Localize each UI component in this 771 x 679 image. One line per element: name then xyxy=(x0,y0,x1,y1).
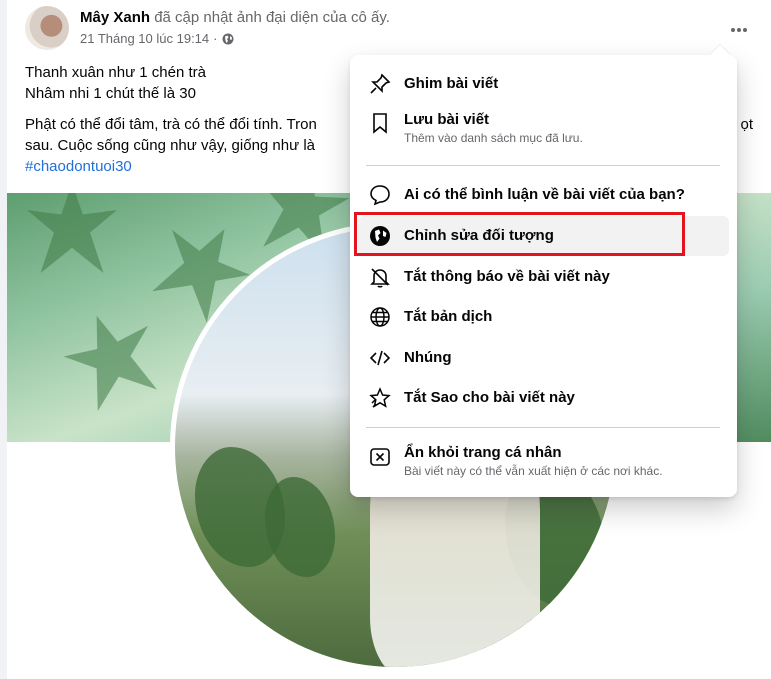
menu-item-label: Lưu bài viết xyxy=(404,111,490,128)
menu-item-label: Nhúng xyxy=(404,349,452,366)
close-box-icon xyxy=(369,446,391,468)
menu-item-hide-from-profile[interactable]: Ẩn khỏi trang cá nhân Bài viết này có th… xyxy=(358,436,729,488)
post-action-text: đã cập nhật ảnh đại diện của cô ấy. xyxy=(154,9,390,26)
caption-line-1: Thanh xuân như 1 chén trà xyxy=(25,64,206,81)
more-options-icon[interactable] xyxy=(725,16,753,44)
pin-icon xyxy=(369,73,391,95)
menu-item-save[interactable]: Lưu bài viết Thêm vào danh sách mục đã l… xyxy=(358,105,729,155)
menu-item-sublabel: Bài viết này có thể vẫn xuất hiện ở các … xyxy=(404,464,663,478)
star-icon xyxy=(369,387,391,409)
menu-item-mute-notifications[interactable]: Tắt thông báo về bài viết này xyxy=(358,258,729,296)
code-icon xyxy=(369,347,391,369)
caption-line-2: Nhâm nhi 1 chút thế là 30 xyxy=(25,85,196,102)
menu-item-comment-control[interactable]: Ai có thể bình luận về bài viết của bạn? xyxy=(358,176,729,214)
menu-item-label: Ghim bài viết xyxy=(404,75,499,92)
menu-item-label: Ai có thể bình luận về bài viết của bạn? xyxy=(404,186,685,203)
bookmark-icon xyxy=(369,112,391,134)
menu-item-label: Ẩn khỏi trang cá nhân xyxy=(404,444,562,461)
menu-divider xyxy=(366,165,720,166)
caption-paragraph-line2: sau. Cuộc sống cũng như vậy, giống như l… xyxy=(25,137,315,154)
avatar[interactable] xyxy=(25,6,69,50)
menu-item-turn-off-stars[interactable]: Tắt Sao cho bài viết này xyxy=(358,379,729,417)
comment-icon xyxy=(369,184,391,206)
globe-icon[interactable] xyxy=(222,33,234,45)
bell-off-icon xyxy=(369,266,391,288)
translate-globe-icon xyxy=(369,306,391,328)
menu-item-label: Tắt thông báo về bài viết này xyxy=(404,268,610,285)
caption-paragraph-end: ọt xyxy=(740,116,753,133)
menu-item-label: Tắt Sao cho bài viết này xyxy=(404,389,575,406)
author-line: Mây Xanh đã cập nhật ảnh đại diện của cô… xyxy=(80,9,390,26)
post-meta: 21 Tháng 10 lúc 19:14 · xyxy=(80,31,234,46)
menu-item-pin[interactable]: Ghim bài viết xyxy=(358,67,729,101)
menu-item-embed[interactable]: Nhúng xyxy=(358,339,729,377)
menu-item-turn-off-translation[interactable]: Tắt bản dịch xyxy=(358,298,729,336)
highlight-box xyxy=(354,212,685,256)
menu-item-label: Tắt bản dịch xyxy=(404,308,493,325)
caption-paragraph: Phật có thể đổi tâm, trà có thể đổi tính… xyxy=(25,116,317,133)
meta-separator: · xyxy=(213,31,218,46)
hashtag-link[interactable]: #chaodontuoi30 xyxy=(25,158,132,175)
author-name[interactable]: Mây Xanh xyxy=(80,9,150,26)
menu-item-sublabel: Thêm vào danh sách mục đã lưu. xyxy=(404,131,583,145)
post-header: Mây Xanh đã cập nhật ảnh đại diện của cô… xyxy=(7,6,771,54)
post-options-menu: Ghim bài viết Lưu bài viết Thêm vào danh… xyxy=(350,45,737,497)
post-timestamp[interactable]: 21 Tháng 10 lúc 19:14 xyxy=(80,31,209,46)
menu-divider xyxy=(366,427,720,428)
